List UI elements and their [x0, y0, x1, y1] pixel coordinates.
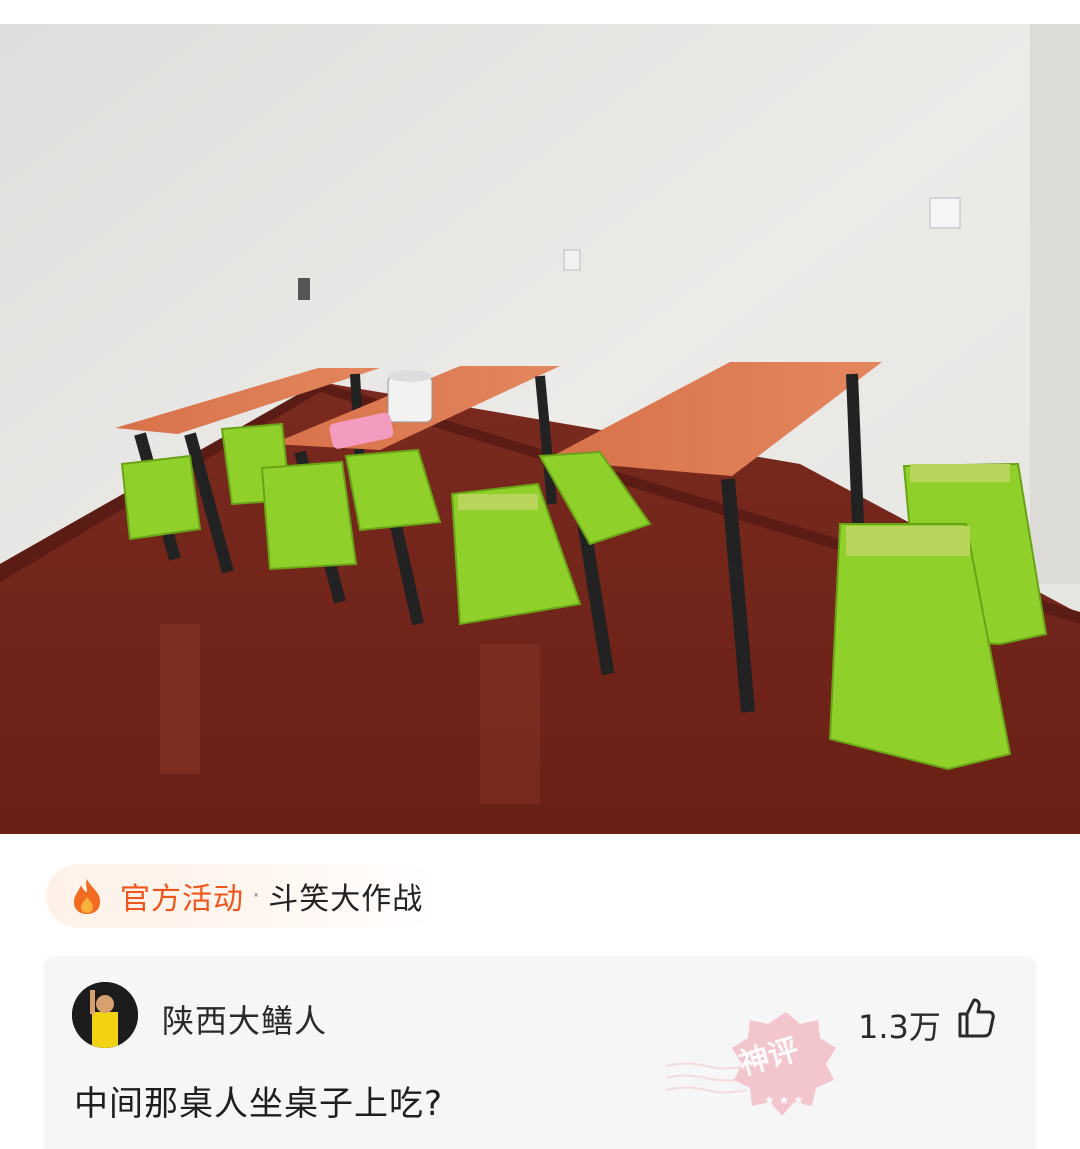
comment-text: 中间那桌人坐桌子上吃?: [74, 1084, 444, 1124]
activity-tag[interactable]: 官方活动 · 斗笑大作战: [46, 864, 438, 928]
activity-name: 斗笑大作战: [268, 882, 424, 917]
comment-username[interactable]: 陕西大鳝人: [162, 996, 327, 1042]
post-image: [0, 24, 1080, 834]
post-photo[interactable]: [0, 24, 1080, 834]
thumbs-up-icon[interactable]: [956, 996, 996, 1040]
like-count: 1.3万: [858, 1008, 941, 1046]
featured-comment[interactable]: 陕西大鳝人 ★ ★ ★ 神评 1.3万 中间那桌人坐桌子上吃?: [44, 956, 1036, 1149]
activity-label: 官方活动: [120, 882, 244, 917]
flame-icon: [70, 877, 104, 915]
avatar[interactable]: [72, 982, 138, 1048]
separator-dot: ·: [252, 881, 261, 911]
svg-text:★ ★ ★: ★ ★ ★: [764, 1093, 804, 1107]
hot-comment-stamp: ★ ★ ★ 神评: [665, 1006, 866, 1136]
